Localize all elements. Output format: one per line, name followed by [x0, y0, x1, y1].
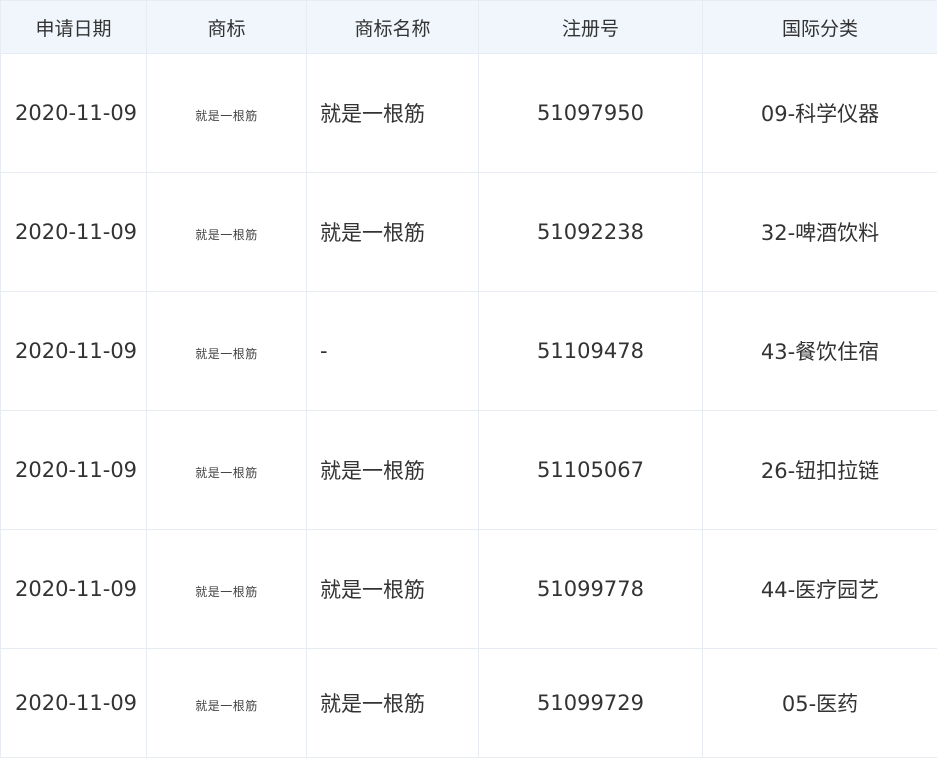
trademark-image[interactable]: 就是一根筋: [195, 699, 258, 713]
trademark-image-cell[interactable]: 就是一根筋: [147, 411, 307, 530]
trademark-name-cell: 就是一根筋: [307, 649, 479, 758]
header-application-date[interactable]: 申请日期: [1, 1, 147, 54]
application-date-cell: 2020-11-09: [1, 292, 147, 411]
international-class-cell: 05-医药: [703, 649, 937, 758]
application-date-cell: 2020-11-09: [1, 649, 147, 758]
registration-number-cell[interactable]: 51097950: [479, 54, 703, 173]
trademark-name-cell: 就是一根筋: [307, 173, 479, 292]
table-row[interactable]: 2020-11-09 就是一根筋 就是一根筋 51092238 32-啤酒饮料: [1, 173, 937, 292]
international-class-cell: 09-科学仪器: [703, 54, 937, 173]
registration-number-cell[interactable]: 51099729: [479, 649, 703, 758]
header-trademark-name: 商标名称: [307, 1, 479, 54]
header-international-class: 国际分类: [703, 1, 937, 54]
trademark-name-cell: -: [307, 292, 479, 411]
trademark-image[interactable]: 就是一根筋: [195, 585, 258, 599]
trademark-name-cell: 就是一根筋: [307, 411, 479, 530]
table-row[interactable]: 2020-11-09 就是一根筋 就是一根筋 51099729 05-医药: [1, 649, 937, 758]
registration-number-cell[interactable]: 51105067: [479, 411, 703, 530]
trademark-image[interactable]: 就是一根筋: [195, 228, 258, 242]
international-class-cell: 43-餐饮住宿: [703, 292, 937, 411]
international-class-cell: 32-啤酒饮料: [703, 173, 937, 292]
trademark-image-cell[interactable]: 就是一根筋: [147, 173, 307, 292]
application-date-cell: 2020-11-09: [1, 411, 147, 530]
trademark-name-cell: 就是一根筋: [307, 530, 479, 649]
trademark-image-cell[interactable]: 就是一根筋: [147, 530, 307, 649]
trademark-name-cell: 就是一根筋: [307, 54, 479, 173]
trademark-table: 申请日期 商标 商标名称 注册号 国际分类 2020-11-09 就是一根筋 就…: [0, 0, 937, 758]
header-registration-number: 注册号: [479, 1, 703, 54]
trademark-image[interactable]: 就是一根筋: [195, 466, 258, 480]
international-class-cell: 44-医疗园艺: [703, 530, 937, 649]
application-date-cell: 2020-11-09: [1, 530, 147, 649]
registration-number-cell[interactable]: 51109478: [479, 292, 703, 411]
table-row[interactable]: 2020-11-09 就是一根筋 就是一根筋 51097950 09-科学仪器: [1, 54, 937, 173]
header-trademark: 商标: [147, 1, 307, 54]
application-date-cell: 2020-11-09: [1, 54, 147, 173]
table-header-row: 申请日期 商标 商标名称 注册号 国际分类: [1, 1, 937, 54]
table-row[interactable]: 2020-11-09 就是一根筋 就是一根筋 51099778 44-医疗园艺: [1, 530, 937, 649]
trademark-image-cell[interactable]: 就是一根筋: [147, 292, 307, 411]
trademark-image[interactable]: 就是一根筋: [195, 347, 258, 361]
application-date-cell: 2020-11-09: [1, 173, 147, 292]
registration-number-cell[interactable]: 51092238: [479, 173, 703, 292]
trademark-image-cell[interactable]: 就是一根筋: [147, 649, 307, 758]
international-class-cell: 26-钮扣拉链: [703, 411, 937, 530]
table-row[interactable]: 2020-11-09 就是一根筋 - 51109478 43-餐饮住宿: [1, 292, 937, 411]
registration-number-cell[interactable]: 51099778: [479, 530, 703, 649]
trademark-image-cell[interactable]: 就是一根筋: [147, 54, 307, 173]
trademark-image[interactable]: 就是一根筋: [195, 109, 258, 123]
table-row[interactable]: 2020-11-09 就是一根筋 就是一根筋 51105067 26-钮扣拉链: [1, 411, 937, 530]
